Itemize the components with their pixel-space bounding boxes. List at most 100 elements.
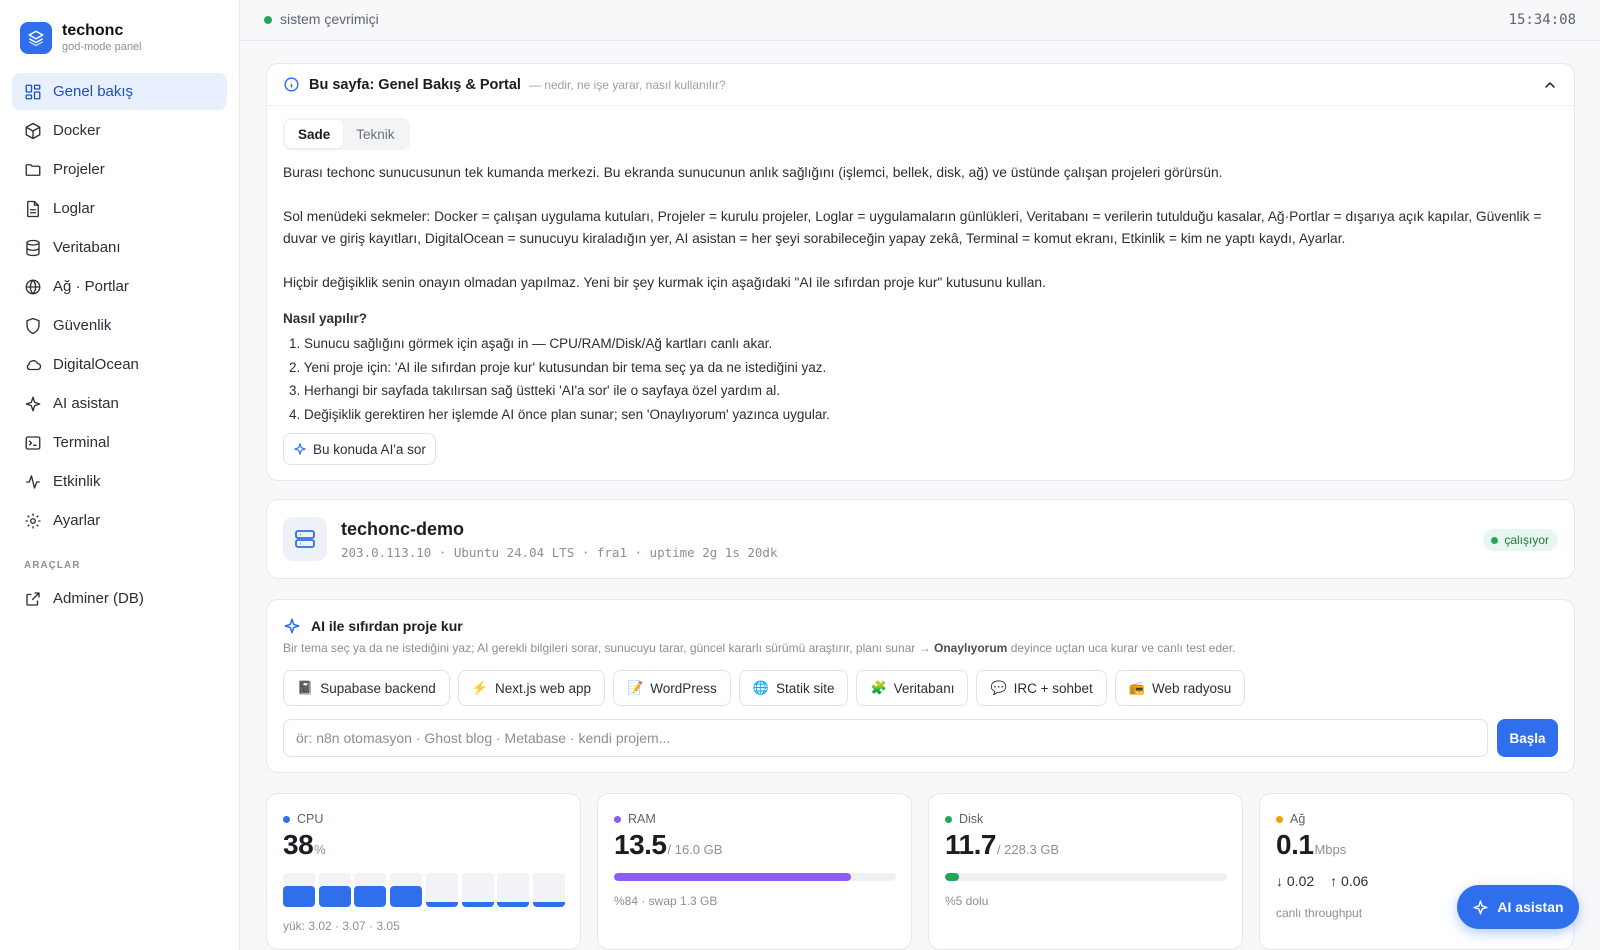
disk-value-number: 11.7 bbox=[945, 829, 996, 860]
server-name: techonc-demo bbox=[341, 519, 465, 539]
chip-label: Next.js web app bbox=[494, 680, 592, 696]
sidebar-item-docker[interactable]: Docker bbox=[12, 112, 227, 149]
page-info-title: Bu sayfa: Genel Bakış & Portal bbox=[309, 76, 521, 93]
cpu-core-bar-fill bbox=[461, 902, 494, 907]
folder-icon bbox=[25, 163, 41, 176]
clock: 15:34:08 bbox=[1508, 12, 1576, 28]
ask-ai-button[interactable]: Bu konuda AI'a sor bbox=[283, 433, 436, 465]
puzzle-icon: 🧩 bbox=[870, 680, 887, 695]
sidebar-item-projeler[interactable]: Projeler bbox=[12, 151, 227, 188]
external-link-icon bbox=[26, 591, 40, 606]
activity-icon bbox=[26, 474, 40, 489]
sidebar-item-label: AI asistan bbox=[53, 395, 119, 412]
ai-builder-title-text: AI ile sıfırdan proje kur bbox=[311, 618, 463, 634]
ram-progress-fill bbox=[614, 873, 851, 881]
sidebar-item-etkinlik[interactable]: Etkinlik bbox=[12, 463, 227, 500]
disk-progress bbox=[945, 873, 1227, 881]
ai-project-builder: AI ile sıfırdan proje kur Bir tema seç y… bbox=[266, 599, 1575, 773]
howto-step: 1. Sunucu sağlığını görmek için aşağı in… bbox=[289, 336, 773, 351]
chip-supabase[interactable]: 📓 Supabase backend bbox=[283, 670, 450, 706]
sidebar-item-label: Projeler bbox=[53, 161, 105, 178]
globe-icon: 🌐 bbox=[752, 680, 769, 695]
page-info-header[interactable]: Bu sayfa: Genel Bakış & Portal — nedir, … bbox=[267, 64, 1574, 106]
cpu-core-bar bbox=[425, 873, 458, 907]
chip-nextjs[interactable]: ⚡ Next.js web app bbox=[457, 670, 606, 706]
server-meta: 203.0.113.10 · Ubuntu 24.04 LTS · fra1 ·… bbox=[341, 545, 778, 560]
cpu-card: CPU 38% yük: 3.02 · 3.07 · 3.05 bbox=[266, 793, 581, 950]
tools-section-title: ARAÇLAR bbox=[24, 560, 81, 571]
terminal-icon bbox=[25, 435, 41, 450]
ram-card: RAM 13.5/ 16.0 GB %84 · swap 1.3 GB bbox=[597, 793, 912, 950]
globe-icon bbox=[25, 278, 41, 295]
sidebar-item-terminal[interactable]: Terminal bbox=[12, 424, 227, 461]
sidebar-item-label: Docker bbox=[53, 122, 101, 139]
sidebar-item-genel-bakis[interactable]: Genel bakış bbox=[12, 73, 227, 110]
disk-dot bbox=[945, 815, 952, 823]
status-badge-label: çalışıyor bbox=[1504, 533, 1549, 547]
cpu-load: yük: 3.02 · 3.07 · 3.05 bbox=[283, 919, 400, 933]
net-value-unit: Mbps bbox=[1314, 842, 1347, 857]
sidebar-item-label: Genel bakış bbox=[53, 83, 134, 100]
memo-icon: 📝 bbox=[627, 680, 644, 695]
howto-step: 3. Herhangi bir sayfada takılırsan sağ ü… bbox=[289, 383, 780, 398]
chip-static-site[interactable]: 🌐 Statik site bbox=[738, 670, 849, 706]
project-prompt-input[interactable] bbox=[283, 719, 1488, 757]
info-paragraph: Sol menüdeki sekmeler: Docker = çalışan … bbox=[283, 209, 1542, 246]
sidebar-item-ai-asistan[interactable]: AI asistan bbox=[12, 385, 227, 422]
ram-progress bbox=[614, 873, 896, 881]
disk-label: Disk bbox=[945, 812, 983, 826]
cpu-core-bar bbox=[390, 873, 423, 907]
chip-label: Web radyosu bbox=[1152, 680, 1232, 696]
file-text-icon bbox=[27, 200, 39, 217]
sidebar-item-label: Veritabanı bbox=[53, 239, 121, 256]
ram-sub: %84 · swap 1.3 GB bbox=[614, 894, 718, 908]
explain-tabs: Sade Teknik bbox=[283, 118, 410, 150]
sidebar-item-ag-portlar[interactable]: Ağ · Portlar bbox=[12, 268, 227, 305]
sidebar-item-label: Etkinlik bbox=[53, 473, 101, 490]
ai-assistant-fab-label: AI asistan bbox=[1497, 899, 1564, 915]
sparkle-icon bbox=[1473, 899, 1489, 915]
sidebar-item-loglar[interactable]: Loglar bbox=[12, 190, 227, 227]
chip-web-radio[interactable]: 📻 Web radyosu bbox=[1114, 670, 1246, 706]
status-badge: çalışıyor bbox=[1483, 529, 1558, 551]
brand-name: techonc bbox=[62, 22, 124, 39]
net-throughput: ↓ 0.02 ↑ 0.06 bbox=[1276, 873, 1384, 889]
chip-irc-chat[interactable]: 💬 IRC + sohbet bbox=[976, 670, 1107, 706]
disk-card: Disk 11.7/ 228.3 GB %5 dolu bbox=[928, 793, 1243, 950]
sidebar-item-digitalocean[interactable]: DigitalOcean bbox=[12, 346, 227, 383]
ai-assistant-fab[interactable]: AI asistan bbox=[1457, 885, 1579, 929]
chip-label: Statik site bbox=[775, 680, 835, 696]
cpu-core-bar-fill bbox=[283, 885, 315, 907]
tab-teknik[interactable]: Teknik bbox=[343, 120, 407, 148]
sidebar-item-label: Ayarlar bbox=[53, 512, 101, 529]
ram-value-unit: / 16.0 GB bbox=[667, 842, 723, 857]
sidebar-item-veritabani[interactable]: Veritabanı bbox=[12, 229, 227, 266]
tab-sade[interactable]: Sade bbox=[285, 120, 344, 148]
cpu-core-bar bbox=[497, 873, 530, 907]
chevron-up-icon[interactable] bbox=[1542, 77, 1558, 93]
chip-wordpress[interactable]: 📝 WordPress bbox=[613, 670, 731, 706]
brand[interactable]: techonc god-mode panel bbox=[20, 22, 142, 54]
cpu-core-bar bbox=[532, 873, 565, 907]
sidebar-item-adminer[interactable]: Adminer (DB) bbox=[12, 580, 227, 617]
ram-dot bbox=[614, 815, 621, 823]
info-icon bbox=[284, 77, 299, 92]
disk-label-text: Disk bbox=[959, 812, 984, 826]
sidebar-item-label: Terminal bbox=[53, 434, 110, 451]
shield-icon bbox=[26, 317, 40, 334]
notebook-icon: 📓 bbox=[297, 680, 314, 695]
disk-value: 11.7/ 228.3 GB bbox=[945, 829, 1059, 861]
sidebar-item-guvenlik[interactable]: Güvenlik bbox=[12, 307, 227, 344]
howto-steps: 1. Sunucu sağlığını görmek için aşağı in… bbox=[283, 332, 1558, 426]
cpu-core-bar-fill bbox=[425, 902, 458, 907]
chip-label: IRC + sohbet bbox=[1013, 680, 1093, 696]
sidebar-item-ayarlar[interactable]: Ayarlar bbox=[12, 502, 227, 539]
net-sub: canlı throughput bbox=[1276, 906, 1363, 920]
info-paragraph: Burası techonc sunucusunun tek kumanda m… bbox=[283, 165, 1223, 180]
start-button[interactable]: Başla bbox=[1497, 719, 1558, 757]
lightning-icon: ⚡ bbox=[471, 680, 488, 695]
ai-builder-title: AI ile sıfırdan proje kur bbox=[283, 617, 463, 635]
status-dot bbox=[1491, 536, 1499, 544]
chip-database[interactable]: 🧩 Veritabanı bbox=[856, 670, 969, 706]
net-label: Ağ bbox=[1276, 812, 1305, 826]
